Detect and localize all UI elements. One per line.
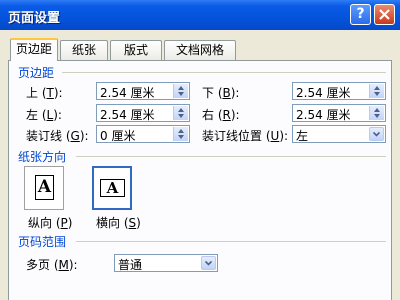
top-margin-field[interactable]: 2.54 厘米 [96,82,190,100]
right-margin-value: 2.54 厘米 [296,108,351,122]
multiple-pages-select[interactable]: 普通 [114,254,218,272]
divider [76,241,386,242]
margins-section-title: 页边距 [18,66,55,80]
left-margin-field[interactable]: 2.54 厘米 [96,104,190,122]
landscape-page-icon: A [100,179,125,197]
close-button[interactable] [374,4,395,25]
right-margin-field[interactable]: 2.54 厘米 [292,104,386,122]
bottom-margin-label: 下 (B): [202,86,240,100]
title-bar: 页面设置 ? [0,0,400,30]
spin-up-icon [374,86,380,90]
tab-layout[interactable]: 版式 [110,40,162,60]
gutter-position-value: 左 [296,129,309,143]
gutter-field[interactable]: 0 厘米 [96,125,190,143]
left-margin-spinner[interactable] [173,106,188,120]
chevron-down-icon [373,131,380,137]
tab-label: 文档网格 [175,43,224,57]
spin-up-icon [374,108,380,112]
spin-up-icon [178,129,184,133]
spin-down-icon [374,92,380,96]
spin-down-icon [374,114,380,118]
gutter-value: 0 厘米 [100,129,136,143]
chevron-down-icon [205,260,212,266]
close-icon [379,9,390,20]
gutter-spinner[interactable] [173,127,188,141]
portrait-option[interactable]: A [24,166,64,210]
help-icon: ? [356,6,365,22]
gutter-position-select[interactable]: 左 [292,125,386,143]
tab-paper[interactable]: 纸张 [60,40,108,60]
top-margin-label: 上 (T): [26,86,63,100]
right-margin-label: 右 (R): [202,108,240,122]
multiple-pages-value: 普通 [118,258,143,272]
pages-section-title: 页码范围 [18,235,67,249]
help-button[interactable]: ? [350,4,371,25]
left-margin-label: 左 (L): [26,108,62,122]
gutter-position-dropdown[interactable] [369,127,384,141]
spin-down-icon [178,92,184,96]
tab-margins[interactable]: 页边距 [10,38,58,61]
spin-up-icon [178,108,184,112]
top-margin-value: 2.54 厘米 [100,86,155,100]
bottom-margin-value: 2.54 厘米 [296,86,351,100]
tab-label: 版式 [123,43,148,57]
divider [62,72,386,73]
orientation-section-title: 纸张方向 [18,150,67,164]
tab-label: 页边距 [15,42,52,56]
gutter-position-label: 装订线位置 (U): [202,129,289,143]
divider [76,156,386,157]
bottom-margin-field[interactable]: 2.54 厘米 [292,82,386,100]
bottom-margin-spinner[interactable] [369,84,384,98]
gutter-label: 装订线 (G): [26,129,89,143]
portrait-page-icon: A [35,175,54,200]
left-margin-value: 2.54 厘米 [100,108,155,122]
spin-down-icon [178,135,184,139]
spin-up-icon [178,86,184,90]
top-margin-spinner[interactable] [173,84,188,98]
tab-doc-grid[interactable]: 文档网格 [164,40,236,60]
tab-label: 纸张 [71,43,96,57]
landscape-label: 横向 (S) [96,216,141,230]
multiple-pages-dropdown[interactable] [201,256,216,270]
window-title: 页面设置 [8,11,61,26]
portrait-label: 纵向 (P) [28,216,73,230]
multiple-pages-label: 多页 (M): [26,258,78,272]
right-margin-spinner[interactable] [369,106,384,120]
spin-down-icon [178,114,184,118]
landscape-option[interactable]: A [92,166,132,210]
